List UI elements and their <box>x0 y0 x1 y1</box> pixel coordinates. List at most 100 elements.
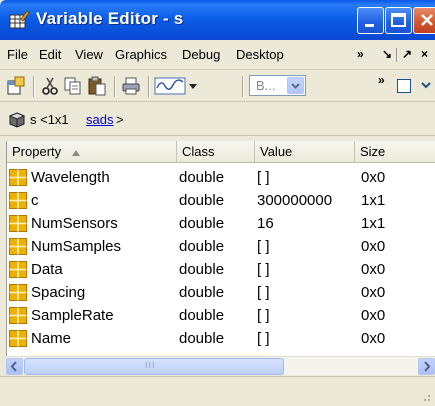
scroll-right-button[interactable] <box>418 358 435 375</box>
undock-icon[interactable]: ↘ <box>382 47 392 61</box>
property-value[interactable]: [ ] <box>257 235 270 258</box>
property-value[interactable]: [ ] <box>257 281 270 304</box>
chevron-down-icon[interactable] <box>420 80 434 92</box>
horizontal-scrollbar[interactable]: III <box>6 356 435 375</box>
menu-bar: File Edit View Graphics Debug Desktop » … <box>0 40 435 70</box>
menu-edit[interactable]: Edit <box>39 47 61 62</box>
scroll-left-button[interactable] <box>6 358 23 375</box>
table-row[interactable]: NumSamples double [ ] 0x0 <box>7 235 435 258</box>
property-size: 0x0 <box>361 261 386 278</box>
property-size: 1x1 <box>361 192 386 209</box>
property-value[interactable]: 16 <box>257 212 274 235</box>
table-row[interactable]: c double 300000000 1x1 <box>7 189 435 212</box>
table-header: Property Class Value Size <box>7 141 435 163</box>
menu-separator <box>396 48 397 62</box>
property-name: Data <box>31 261 63 278</box>
property-class: double <box>179 330 225 347</box>
double-variable-icon <box>9 215 27 232</box>
property-class: double <box>179 192 225 209</box>
property-table: Property Class Value Size Wavelength dou… <box>6 141 435 356</box>
menu-desktop[interactable]: Desktop <box>236 47 284 62</box>
menu-view[interactable]: View <box>75 47 103 62</box>
new-variable-icon[interactable] <box>6 76 26 96</box>
path-class-link[interactable]: sads <box>86 112 113 127</box>
column-header-class[interactable]: Class <box>177 141 255 163</box>
sort-ascending-icon <box>71 149 80 156</box>
struct-icon <box>9 112 25 128</box>
toolbar-separator <box>242 76 244 97</box>
property-class: double <box>179 307 225 324</box>
menu-graphics[interactable]: Graphics <box>115 47 167 62</box>
column-header-size[interactable]: Size <box>355 141 435 163</box>
property-value[interactable]: [ ] <box>257 258 270 281</box>
variable-editor-icon <box>9 10 29 29</box>
chevron-left-icon <box>10 361 17 372</box>
paste-icon[interactable] <box>87 76 107 96</box>
minimize-button[interactable] <box>357 7 384 34</box>
double-variable-icon <box>9 284 27 301</box>
chevron-right-icon <box>424 361 431 372</box>
menu-debug[interactable]: Debug <box>182 47 220 62</box>
maximize-button[interactable] <box>385 7 412 34</box>
menu-file[interactable]: File <box>7 47 28 62</box>
close-panel-icon[interactable]: × <box>421 47 428 61</box>
cut-icon[interactable] <box>40 76 60 96</box>
property-name: NumSamples <box>31 238 122 255</box>
plot-dropdown-icon[interactable] <box>187 76 199 96</box>
menu-overflow-button[interactable]: » <box>357 47 364 61</box>
property-value[interactable]: [ ] <box>257 166 270 189</box>
property-name: SampleRate <box>31 307 114 324</box>
double-variable-icon <box>9 192 27 209</box>
property-name: Wavelength <box>31 169 110 186</box>
variable-editor-window: Variable Editor - s File Edit View Graph… <box>0 0 435 406</box>
maximize-panel-icon[interactable]: ↗ <box>402 47 412 61</box>
toolbar-overflow-button[interactable]: » <box>378 73 385 87</box>
toolbar-checkbox[interactable] <box>397 79 411 93</box>
property-size: 0x0 <box>361 307 386 324</box>
double-variable-icon <box>9 261 27 278</box>
property-size: 0x0 <box>361 238 386 255</box>
property-class: double <box>179 215 225 232</box>
property-size: 0x0 <box>361 330 386 347</box>
close-button[interactable] <box>413 7 435 34</box>
property-class: double <box>179 284 225 301</box>
double-variable-icon <box>9 307 27 324</box>
toolbar-separator <box>114 76 116 97</box>
maximize-icon <box>391 13 406 27</box>
table-row[interactable]: NumSensors double 16 1x1 <box>7 212 435 235</box>
double-variable-icon <box>9 330 27 347</box>
property-value[interactable]: [ ] <box>257 304 270 327</box>
property-size: 0x0 <box>361 284 386 301</box>
column-header-value[interactable]: Value <box>255 141 355 163</box>
property-value[interactable]: [ ] <box>257 327 270 350</box>
minimize-icon <box>365 24 374 27</box>
path-variable-label: s <1x1 <box>30 112 73 127</box>
double-variable-icon <box>9 238 27 255</box>
property-value[interactable]: 300000000 <box>257 189 332 212</box>
toolbar: B... » <box>0 70 435 102</box>
window-title: Variable Editor - s <box>36 9 184 28</box>
toolbar-separator <box>33 76 35 97</box>
plot-selector-combo[interactable]: B... <box>249 75 306 96</box>
scrollbar-thumb[interactable]: III <box>24 358 284 375</box>
path-suffix: > <box>116 112 124 127</box>
print-icon[interactable] <box>121 76 141 96</box>
path-bar: s <1x1 sads > <box>0 102 435 136</box>
combo-dropdown-button[interactable] <box>287 77 304 94</box>
plot-icon[interactable] <box>154 76 186 96</box>
resize-grip-icon[interactable] <box>419 390 431 402</box>
table-row[interactable]: Spacing double [ ] 0x0 <box>7 281 435 304</box>
double-variable-icon <box>9 169 27 186</box>
copy-icon[interactable] <box>63 76 83 96</box>
property-name: Name <box>31 330 72 347</box>
table-row[interactable]: Name double [ ] 0x0 <box>7 327 435 350</box>
title-bar[interactable]: Variable Editor - s <box>0 0 435 40</box>
table-row[interactable]: Wavelength double [ ] 0x0 <box>7 166 435 189</box>
table-row[interactable]: Data double [ ] 0x0 <box>7 258 435 281</box>
toolbar-separator <box>148 76 150 97</box>
property-class: double <box>179 238 225 255</box>
property-name: Spacing <box>31 284 86 301</box>
table-row[interactable]: SampleRate double [ ] 0x0 <box>7 304 435 327</box>
column-header-property[interactable]: Property <box>7 141 177 163</box>
plot-selector-value: B... <box>256 78 276 93</box>
